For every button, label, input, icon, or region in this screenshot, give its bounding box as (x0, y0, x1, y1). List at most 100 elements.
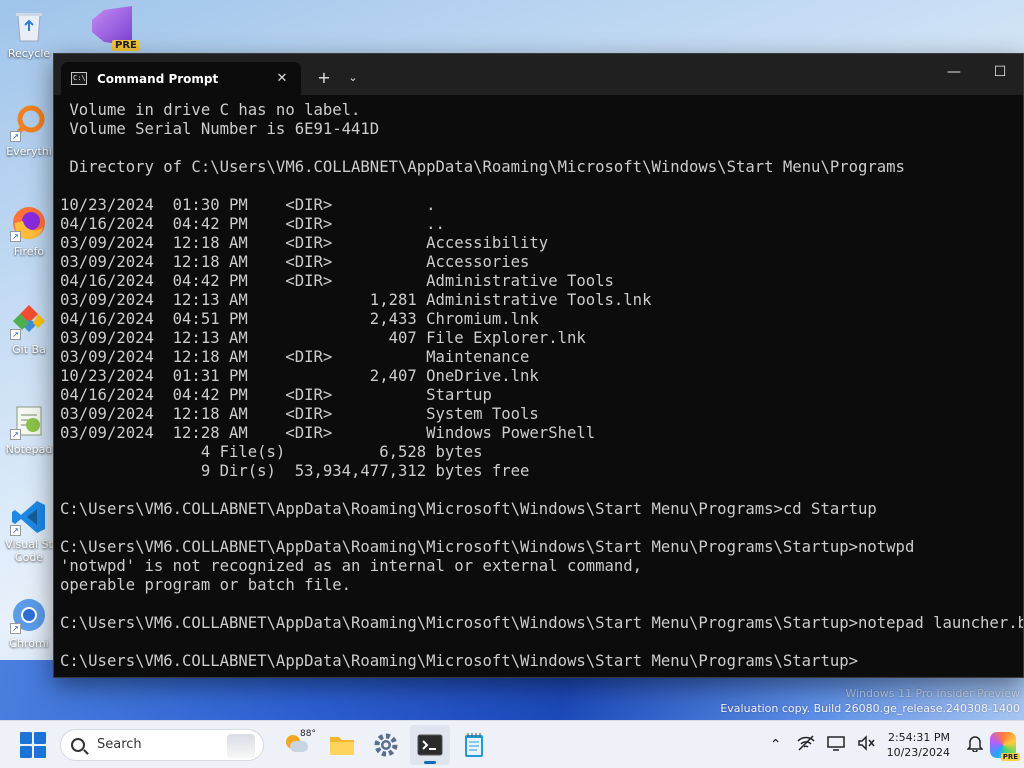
console-line: 10/23/2024 01:30 PM <DIR> . (60, 196, 436, 214)
recycle-bin-icon (10, 6, 48, 44)
start-button[interactable] (20, 731, 46, 758)
tab-command-prompt[interactable]: C:\ Command Prompt ✕ (61, 62, 301, 95)
desktop-icon-label: Notepad (5, 443, 53, 456)
desktop-icon-label: Firefo (13, 245, 45, 258)
minimize-button[interactable]: — (931, 54, 977, 90)
desktop-icon-git-bash[interactable]: ↗ Git Ba (0, 302, 58, 356)
weather-temperature: 88° (300, 728, 316, 739)
windows-logo-icon (34, 745, 46, 758)
console-line: 03/09/2024 12:18 AM <DIR> Accessibility (60, 234, 549, 252)
desktop-icon-vscode[interactable]: ↗ Visual St Code (0, 498, 58, 564)
tab-title: Command Prompt (97, 71, 219, 86)
copilot-icon[interactable]: PRE (990, 731, 1020, 761)
shortcut-arrow-icon: ↗ (10, 329, 21, 340)
network-icon[interactable] (791, 734, 821, 755)
search-highlight-image (227, 733, 255, 758)
windows-watermark: Windows 11 Pro Insider Preview Evaluatio… (720, 686, 1020, 716)
taskbar: Search 88° ⌃ 2:54:31 PM 10/23/2024 PRE (0, 720, 1024, 768)
desktop-icon-visual-studio-preview[interactable]: PRE (92, 6, 140, 52)
console-line: 10/23/2024 01:31 PM 2,407 OneDrive.lnk (60, 367, 539, 385)
console-line: 03/09/2024 12:13 AM 1,281 Administrative… (60, 291, 652, 309)
clock-time: 2:54:31 PM (887, 730, 950, 744)
terminal-icon (417, 734, 443, 755)
tab-dropdown-button[interactable]: ⌄ (339, 62, 367, 95)
console-line: C:\Users\VM6.COLLABNET\AppData\Roaming\M… (60, 652, 858, 670)
console-line: 9 Dir(s) 53,934,477,312 bytes free (60, 462, 530, 480)
console-line: 04/16/2024 04:42 PM <DIR> Administrative… (60, 272, 614, 290)
console-line: Directory of C:\Users\VM6.COLLABNET\AppD… (60, 158, 905, 176)
shortcut-arrow-icon: ↗ (10, 231, 21, 242)
display-icon[interactable] (821, 735, 851, 755)
console-line: 04/16/2024 04:42 PM <DIR> Startup (60, 386, 492, 404)
cloud-icon (290, 740, 308, 752)
gear-icon (374, 733, 398, 756)
console-line: 03/09/2024 12:18 AM <DIR> System Tools (60, 405, 539, 423)
console-line: Volume in drive C has no label. (60, 101, 361, 119)
shortcut-arrow-icon: ↗ (10, 429, 21, 440)
search-placeholder: Search (97, 737, 142, 752)
shortcut-arrow-icon: ↗ (10, 525, 21, 536)
git-bash-icon: ↗ (10, 302, 48, 340)
desktop-icon-chromium[interactable]: ↗ Chromi (0, 596, 58, 650)
desktop-icon-notepad[interactable]: ↗ Notepad (0, 402, 58, 456)
windows-logo-icon (20, 745, 32, 758)
taskbar-clock[interactable]: 2:54:31 PM 10/23/2024 (887, 730, 950, 760)
console-line: 04/16/2024 04:51 PM 2,433 Chromium.lnk (60, 310, 539, 328)
desktop-icon-label: Code (14, 551, 44, 564)
maximize-button[interactable]: ☐ (977, 54, 1023, 90)
desktop-icon-firefox[interactable]: ↗ Firefo (0, 204, 58, 258)
watermark-build: Evaluation copy. Build 26080.ge_release.… (720, 702, 1020, 715)
desktop-icon-everything[interactable]: ↗ Everythi (0, 104, 58, 158)
watermark-edition: Windows 11 Pro Insider Preview (845, 687, 1020, 700)
console-line: 03/09/2024 12:18 AM <DIR> Accessories (60, 253, 530, 271)
firefox-icon: ↗ (10, 204, 48, 242)
desktop-icon-recycle-bin[interactable]: Recycle (0, 6, 58, 60)
console-line: C:\Users\VM6.COLLABNET\AppData\Roaming\M… (60, 614, 1023, 632)
terminal-window[interactable]: C:\ Command Prompt ✕ + ⌄ — ☐ Volume in d… (53, 53, 1024, 678)
cmd-icon: C:\ (71, 72, 87, 85)
notification-bell-icon[interactable] (960, 734, 990, 756)
terminal-titlebar[interactable]: C:\ Command Prompt ✕ + ⌄ — ☐ (54, 54, 1023, 95)
console-line: 4 File(s) 6,528 bytes (60, 443, 483, 461)
desktop-icon-label: Chromi (9, 637, 49, 650)
console-line: C:\Users\VM6.COLLABNET\AppData\Roaming\M… (60, 538, 915, 556)
chromium-icon: ↗ (10, 596, 48, 634)
console-output[interactable]: Volume in drive C has no label. Volume S… (54, 95, 1023, 677)
windows-logo-icon (20, 731, 32, 744)
console-line: 03/09/2024 12:28 AM <DIR> Windows PowerS… (60, 424, 596, 442)
taskbar-terminal[interactable] (410, 724, 450, 765)
desktop-icon-label: Recycle (7, 47, 51, 60)
tab-close-button[interactable]: ✕ (273, 71, 291, 86)
new-tab-button[interactable]: + (309, 62, 339, 95)
console-line: 'notwpd' is not recognized as an interna… (60, 557, 643, 575)
vscode-icon: ↗ (10, 498, 48, 536)
window-controls: — ☐ (931, 54, 1023, 90)
shortcut-arrow-icon: ↗ (10, 623, 21, 634)
console-line: C:\Users\VM6.COLLABNET\AppData\Roaming\M… (60, 500, 877, 518)
volume-muted-icon[interactable] (851, 734, 881, 755)
taskbar-notepad[interactable] (454, 725, 494, 765)
shortcut-arrow-icon: ↗ (10, 131, 21, 142)
console-line: operable program or batch file. (60, 576, 352, 594)
notepad-icon (465, 732, 483, 757)
search-icon (71, 737, 85, 752)
taskbar-search-box[interactable]: Search (60, 728, 264, 761)
tray-overflow-chevron[interactable]: ⌃ (761, 737, 791, 753)
clock-date: 10/23/2024 (886, 745, 950, 759)
console-line: Volume Serial Number is 6E91-441D (60, 120, 380, 138)
copilot-preview-badge: PRE (1000, 752, 1020, 761)
weather-widget[interactable]: 88° (278, 725, 318, 765)
taskbar-settings[interactable] (366, 725, 406, 765)
system-tray: ⌃ 2:54:31 PM 10/23/2024 PRE (761, 721, 1024, 768)
preview-badge: PRE (112, 40, 140, 51)
windows-logo-icon (34, 731, 46, 744)
search-magnifier-icon: ↗ (10, 104, 48, 142)
notepad-plus-icon: ↗ (10, 402, 48, 440)
desktop-icon-label: Visual St (5, 538, 53, 551)
taskbar-file-explorer[interactable] (322, 725, 362, 765)
